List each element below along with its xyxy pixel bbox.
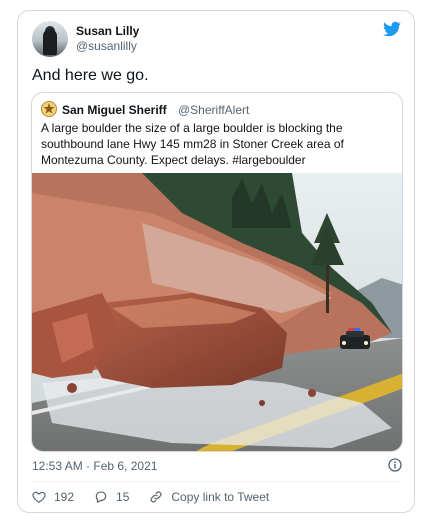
link-icon (150, 491, 162, 503)
copy-link-button[interactable]: Copy link to Tweet (149, 490, 269, 504)
copy-link-label: Copy link to Tweet (171, 490, 270, 504)
heart-icon (32, 491, 46, 503)
quoted-author-name: San Miguel Sheriff (62, 103, 167, 117)
reply-button[interactable]: 15 (94, 490, 129, 504)
divider (31, 481, 401, 482)
boulder-photo[interactable] (32, 173, 403, 452)
info-icon[interactable] (388, 458, 402, 472)
tweet-card: Susan Lilly @susanlilly And here we go. … (17, 10, 415, 513)
quoted-tweet[interactable]: San Miguel Sheriff @SheriffAlert A large… (31, 92, 403, 452)
quoted-text: A large boulder the size of a large boul… (41, 121, 344, 167)
tweet-timestamp[interactable]: 12:53 AM · Feb 6, 2021 (32, 459, 157, 473)
avatar[interactable] (32, 21, 68, 57)
quoted-author-handle: @SheriffAlert (178, 103, 250, 117)
like-button[interactable]: 192 (32, 490, 74, 504)
reply-count: 15 (116, 490, 130, 504)
tweet-actions: 192 15 Copy link to Tweet (32, 490, 289, 504)
author-name[interactable]: Susan Lilly (76, 24, 139, 38)
reply-icon (95, 491, 107, 503)
twitter-bird-icon[interactable] (382, 20, 402, 38)
tweet-text: And here we go. (32, 67, 149, 84)
author-handle[interactable]: @susanlilly (76, 39, 137, 53)
like-count: 192 (54, 490, 75, 504)
sheriff-badge-icon (41, 101, 57, 117)
